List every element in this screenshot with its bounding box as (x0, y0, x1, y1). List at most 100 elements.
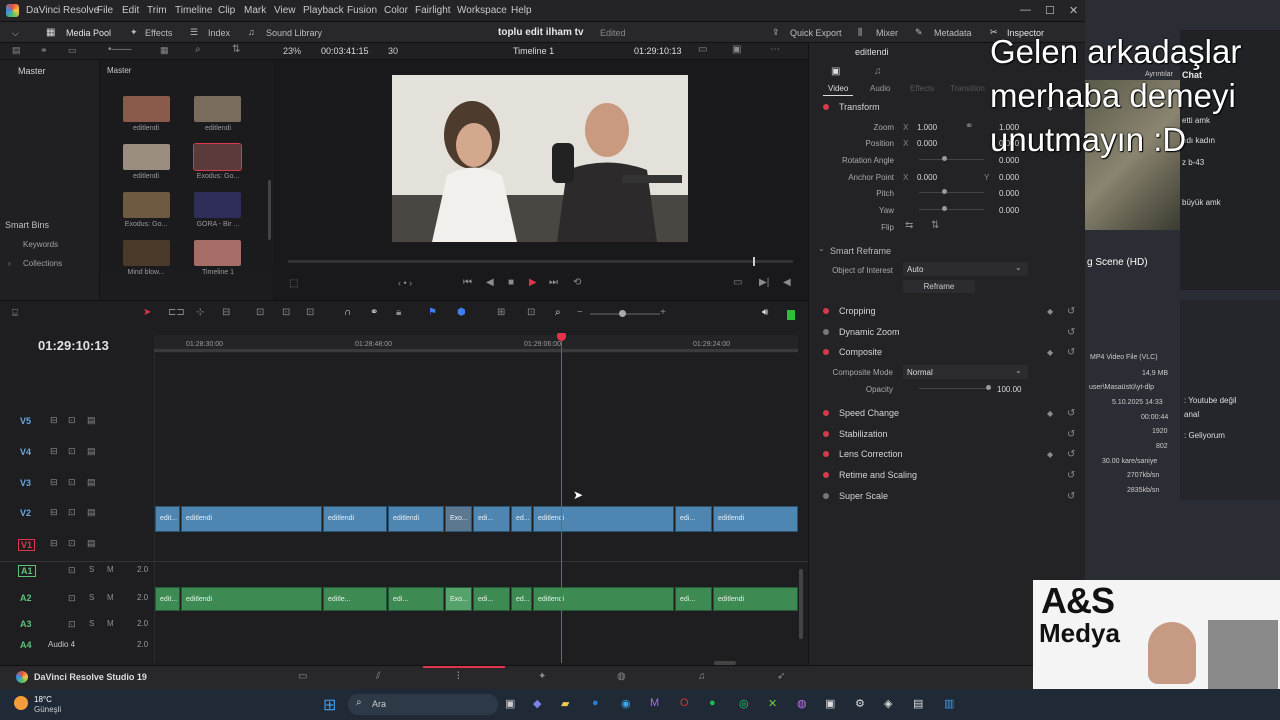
reverse-play-icon[interactable]: ◀ (486, 277, 494, 288)
auto-select-icon[interactable]: ⊡ (68, 538, 76, 549)
viewer-options-icon[interactable]: ▭ (698, 44, 707, 55)
reset-icon[interactable]: ↺ (1067, 449, 1075, 460)
video-clip[interactable]: edi... (675, 506, 712, 532)
reset-icon[interactable]: ↺ (1067, 470, 1075, 481)
keyframe-icon[interactable]: ◆ (1047, 450, 1053, 459)
video-clip[interactable]: editlendi (533, 506, 674, 532)
lock-icon[interactable]: ⊟ (50, 507, 58, 518)
sound-library-button[interactable]: Sound Library (266, 28, 322, 38)
section-lens-correction[interactable]: Lens Correction (839, 449, 903, 459)
pool-scrollbar[interactable] (268, 180, 271, 240)
video-clip[interactable]: ed... (511, 506, 532, 532)
clip-thumbnail-selected[interactable] (193, 143, 242, 171)
mixer-button[interactable]: Mixer (876, 28, 898, 38)
pool-search-icon[interactable]: ⌕ (195, 44, 201, 55)
section-composite[interactable]: Composite (839, 347, 882, 357)
tab-audio[interactable]: Audio (870, 84, 890, 93)
composite-enable-icon[interactable] (823, 349, 829, 355)
section-dynamic-zoom[interactable]: Dynamic Zoom (839, 327, 900, 337)
slider-handle[interactable] (986, 385, 991, 390)
viewer-scrubber[interactable] (288, 260, 793, 263)
timeline-v-scrollbar[interactable] (799, 569, 803, 639)
media-pool-button[interactable]: Media Pool (66, 28, 111, 38)
tab-transition[interactable]: Transition (950, 84, 985, 93)
resolve-taskbar-icon[interactable]: ◈ (884, 697, 892, 710)
audio-clip[interactable]: edi... (473, 587, 510, 611)
reset-icon[interactable]: ↺ (1067, 347, 1075, 358)
weather-icon[interactable] (14, 696, 28, 710)
minimize-icon[interactable]: — (1020, 4, 1031, 16)
auto-select-icon[interactable]: ⊡ (68, 507, 76, 518)
dynamic-zoom-enable-icon[interactable] (823, 329, 829, 335)
metadata-view-icon[interactable]: ▭ (68, 45, 77, 56)
menu-clip[interactable]: Clip (218, 5, 235, 16)
anchor-x-value[interactable]: 0.000 (917, 173, 937, 182)
obs-icon[interactable]: ◍ (797, 697, 807, 710)
slider-handle[interactable] (942, 156, 947, 161)
video-clip[interactable]: editlendi (713, 506, 798, 532)
reset-icon[interactable]: ↺ (1067, 408, 1075, 419)
lock-icon[interactable]: ⊟ (50, 446, 58, 457)
video-clip[interactable]: editlendi (323, 506, 387, 532)
close-icon[interactable]: ✕ (1069, 4, 1078, 17)
clip-thumbnail[interactable] (194, 192, 241, 218)
section-retime-scaling[interactable]: Retime and Scaling (839, 470, 917, 480)
scrubber-playhead[interactable] (753, 257, 755, 266)
keyframe-icon[interactable]: ◆ (1047, 348, 1053, 357)
menu-help[interactable]: Help (511, 5, 532, 16)
track-visibility-icon[interactable]: ▤ (87, 507, 96, 518)
keywords-bin[interactable]: Keywords (23, 240, 58, 249)
composite-mode-dropdown[interactable]: Normal ⌄ (903, 365, 1028, 379)
auto-select-icon[interactable]: ⊡ (68, 477, 76, 488)
video-tab-icon[interactable]: ▣ (831, 66, 840, 77)
reset-icon[interactable]: ↺ (1067, 327, 1075, 338)
toggle-panel-icon[interactable]: ⌵ (12, 28, 19, 39)
super-scale-enable-icon[interactable] (823, 493, 829, 499)
timeline-zoom-handle[interactable] (619, 310, 626, 317)
track-visibility-icon[interactable]: ▤ (87, 415, 96, 426)
collections-bin[interactable]: Collections (23, 259, 62, 268)
blade-tool-icon[interactable]: ⊟ (222, 307, 230, 318)
audio-clip[interactable]: editle... (323, 587, 387, 611)
edge-icon[interactable]: ◉ (621, 697, 631, 710)
auto-select-icon[interactable]: ⊡ (68, 446, 76, 457)
opacity-slider[interactable] (919, 388, 991, 389)
video-clip[interactable]: Exo... (445, 506, 472, 532)
menu-fusion[interactable]: Fusion (347, 5, 377, 16)
menu-mark[interactable]: Mark (244, 5, 266, 16)
full-screen-icon[interactable]: ◀ (783, 277, 791, 288)
quick-export-button[interactable]: Quick Export (790, 28, 842, 38)
video-clip[interactable]: edit... (155, 506, 180, 532)
speed-change-enable-icon[interactable] (823, 410, 829, 416)
fairlight-page-icon[interactable]: ♫ (698, 671, 706, 682)
mute-icon[interactable]: M (107, 593, 114, 602)
index-icon[interactable]: ☰ (190, 27, 198, 38)
opera-icon[interactable]: O (680, 697, 689, 709)
transform-enable-icon[interactable] (823, 104, 829, 110)
cut-page-icon[interactable]: ⫽ (376, 671, 380, 682)
go-to-end-icon[interactable]: ⏭ (549, 277, 558, 288)
collapse-chevron-icon[interactable]: ⌄ (818, 244, 825, 253)
auto-select-icon[interactable]: ⊡ (68, 415, 76, 426)
media-page-icon[interactable]: ▭ (298, 671, 307, 682)
dynamic-trim-icon[interactable]: ⊹ (196, 307, 204, 318)
app-icon[interactable]: M (650, 697, 659, 709)
lock-icon[interactable]: ⊟ (50, 538, 58, 549)
timeline-options-icon[interactable]: ⌸ (12, 308, 18, 319)
mute-icon[interactable]: M (107, 565, 114, 574)
tab-effects[interactable]: Effects (910, 84, 934, 93)
metadata-button[interactable]: Metadata (934, 28, 972, 38)
viewer-more-icon[interactable]: ⋯ (770, 44, 780, 55)
zoom-custom-icon[interactable]: ⌕ (555, 307, 561, 318)
selection-tool-icon[interactable]: ➤ (143, 307, 151, 318)
snapping-icon[interactable]: ∩ (344, 307, 351, 318)
whatsapp-icon[interactable]: ◎ (739, 697, 749, 710)
audio-clip[interactable]: edi... (675, 587, 712, 611)
stabilization-enable-icon[interactable] (823, 431, 829, 437)
maximize-icon[interactable]: ☐ (1045, 4, 1055, 17)
zoom-full-icon[interactable]: ⊞ (497, 307, 505, 318)
metadata-icon[interactable]: ✎ (915, 27, 923, 38)
viewer-timeline-name[interactable]: Timeline 1 (513, 46, 554, 56)
clip-thumbnail[interactable] (123, 240, 170, 266)
solo-icon[interactable]: S (89, 565, 94, 574)
